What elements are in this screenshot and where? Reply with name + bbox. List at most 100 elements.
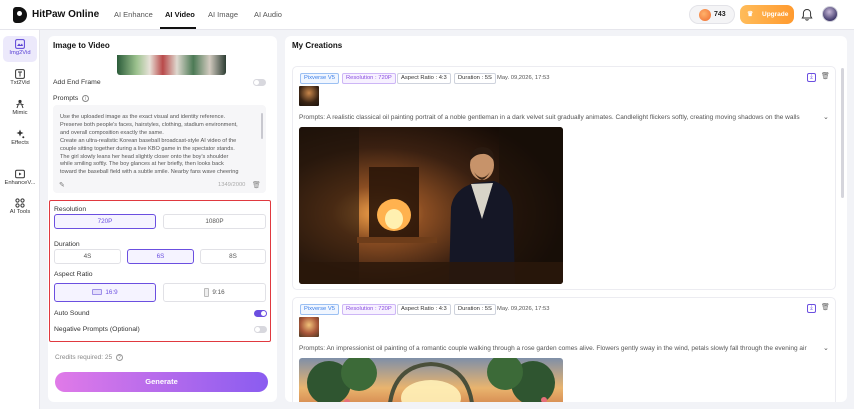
rail-item-ai-tools[interactable]: AI Tools xyxy=(3,195,37,221)
active-nav-underline xyxy=(160,27,196,29)
resolution-tag: Resolution : 720P xyxy=(342,304,396,315)
credits-help-icon[interactable]: ? xyxy=(115,354,123,361)
aspect-option-16-9-label: 16:9 xyxy=(105,289,118,296)
upgrade-button[interactable]: ♛ Upgrade xyxy=(740,5,794,24)
creation-prompt: Prompts: A realistic classical oil paint… xyxy=(299,114,800,121)
credits-required-text: Credits required: 25 xyxy=(55,354,113,361)
creation-card[interactable]: Pixverse V5 Resolution : 720P Aspect Rat… xyxy=(292,66,836,290)
resolution-option-720p[interactable]: 720P xyxy=(54,214,156,229)
prompts-label: Prompts xyxy=(53,95,79,102)
generate-button[interactable]: Generate xyxy=(55,372,268,392)
prompt-textarea[interactable]: Use the uploaded image as the exact visu… xyxy=(53,105,266,193)
creations-scrollbar[interactable] xyxy=(841,68,844,198)
auto-sound-label: Auto Sound xyxy=(54,310,90,317)
duration-option-8s[interactable]: 8S xyxy=(200,249,266,264)
nav-ai-video[interactable]: AI Video xyxy=(165,10,195,19)
aspect-ratio-label: Aspect Ratio xyxy=(54,271,93,278)
top-bar: HitPaw Online AI Enhance AI Video AI Ima… xyxy=(0,0,854,30)
model-tag: Pixverse V5 xyxy=(300,304,339,315)
creations-title: My Creations xyxy=(292,41,343,50)
credits-balance[interactable]: 743 xyxy=(689,5,735,24)
upgrade-label: Upgrade xyxy=(762,11,789,18)
prompt-scrollbar[interactable] xyxy=(261,113,263,139)
prompt-text: Use the uploaded image as the exact visu… xyxy=(60,114,239,176)
generation-settings-box: Resolution 720P 1080P Duration 4S 6S 8S … xyxy=(49,200,271,342)
enhance-video-icon xyxy=(15,169,25,179)
resolution-tag: Resolution : 720P xyxy=(342,73,396,84)
hitpaw-logo-icon[interactable] xyxy=(13,7,27,23)
my-creations-panel: My Creations Pixverse V5 Resolution : 72… xyxy=(285,36,847,402)
add-end-frame-label: Add End Frame xyxy=(53,79,101,86)
rail-label-txt2vid: Txt2Vid xyxy=(10,80,30,86)
aspect-tag: Aspect Ratio : 4:3 xyxy=(397,73,451,84)
negative-prompts-label: Negative Prompts (Optional) xyxy=(54,326,140,333)
rail-item-enhance-video[interactable]: EnhanceV... xyxy=(3,166,37,192)
resolution-label: Resolution xyxy=(54,206,87,213)
landscape-ratio-icon xyxy=(92,289,103,296)
aspect-tag: Aspect Ratio : 4:3 xyxy=(397,304,451,315)
gentleman-portrait-image xyxy=(299,127,563,284)
rail-label-enhance-video: EnhanceV... xyxy=(4,180,36,186)
video-preview-image[interactable] xyxy=(299,358,563,402)
portrait-ratio-icon xyxy=(204,287,210,297)
aspect-option-16-9[interactable]: 16:9 xyxy=(54,283,156,302)
rose-garden-painting-image xyxy=(299,358,563,402)
brand-name[interactable]: HitPaw Online xyxy=(32,9,99,20)
credits-value: 743 xyxy=(714,11,726,18)
nav-ai-audio[interactable]: AI Audio xyxy=(254,10,282,19)
creation-date: May. 09,2026, 17:53 xyxy=(497,306,550,312)
duration-tag: Duration : 5S xyxy=(454,304,496,315)
source-thumbnail[interactable] xyxy=(299,86,319,106)
panel-title: Image to Video xyxy=(53,41,110,50)
user-avatar[interactable] xyxy=(822,6,838,22)
text-video-icon xyxy=(15,69,25,79)
nav-ai-enhance[interactable]: AI Enhance xyxy=(114,10,153,19)
rail-label-ai-tools: AI Tools xyxy=(9,209,31,215)
mimic-icon xyxy=(16,99,24,109)
aspect-option-9-16-label: 9:16 xyxy=(212,289,225,296)
magic-wand-icon[interactable]: ✎ xyxy=(59,181,65,189)
clear-prompt-trash-icon[interactable]: 🗑 xyxy=(252,181,261,189)
chevron-down-icon[interactable]: ⌄ xyxy=(823,344,829,352)
negative-prompts-toggle[interactable] xyxy=(254,326,267,333)
rail-label-effects: Effects xyxy=(11,140,29,146)
chevron-down-icon[interactable]: ⌄ xyxy=(823,113,829,121)
rail-item-effects[interactable]: Effects xyxy=(3,126,37,152)
auto-sound-toggle[interactable] xyxy=(254,310,267,317)
source-thumbnail[interactable] xyxy=(299,317,319,337)
effects-icon xyxy=(16,129,25,139)
creation-date: May. 09,2026, 17:53 xyxy=(497,75,550,81)
tool-rail: Img2Vid Txt2Vid Mimic Effects EnhanceV..… xyxy=(0,30,40,409)
duration-tag: Duration : 5S xyxy=(454,73,496,84)
delete-trash-icon[interactable]: 🗑 xyxy=(821,72,830,80)
rail-item-mimic[interactable]: Mimic xyxy=(3,96,37,122)
crown-icon: ♛ xyxy=(747,11,754,18)
nav-ai-image[interactable]: AI Image xyxy=(208,10,238,19)
image-to-video-panel: Image to Video Add End Frame Prompts i U… xyxy=(48,36,277,402)
video-preview-image[interactable] xyxy=(299,127,563,284)
bell-icon[interactable] xyxy=(801,8,813,21)
duration-option-4s[interactable]: 4S xyxy=(54,249,121,264)
resolution-option-1080p[interactable]: 1080P xyxy=(163,214,266,229)
add-end-frame-toggle[interactable] xyxy=(253,79,266,86)
model-tag: Pixverse V5 xyxy=(300,73,339,84)
creation-prompt: Prompts: An impressionist oil painting o… xyxy=(299,345,807,352)
rail-label-mimic: Mimic xyxy=(12,110,28,116)
image-video-icon xyxy=(15,39,25,49)
download-icon[interactable]: ⤓ xyxy=(807,304,816,313)
char-count: 1349/2000 xyxy=(218,182,246,188)
duration-label: Duration xyxy=(54,241,80,248)
aspect-option-9-16[interactable]: 9:16 xyxy=(163,283,266,302)
rail-item-txt2vid[interactable]: Txt2Vid xyxy=(3,66,37,92)
coin-icon xyxy=(699,9,711,21)
rail-item-img2vid[interactable]: Img2Vid xyxy=(3,36,37,62)
delete-trash-icon[interactable]: 🗑 xyxy=(821,303,830,311)
rail-label-img2vid: Img2Vid xyxy=(9,50,31,56)
credits-required: Credits required: 25 ? xyxy=(55,354,123,361)
ai-tools-icon xyxy=(15,198,25,208)
creation-card[interactable]: Pixverse V5 Resolution : 720P Aspect Rat… xyxy=(292,297,836,402)
duration-option-6s[interactable]: 6S xyxy=(127,249,194,264)
info-icon[interactable]: i xyxy=(82,95,89,102)
uploaded-image-thumbnail[interactable] xyxy=(117,55,226,75)
download-icon[interactable]: ⤓ xyxy=(807,73,816,82)
